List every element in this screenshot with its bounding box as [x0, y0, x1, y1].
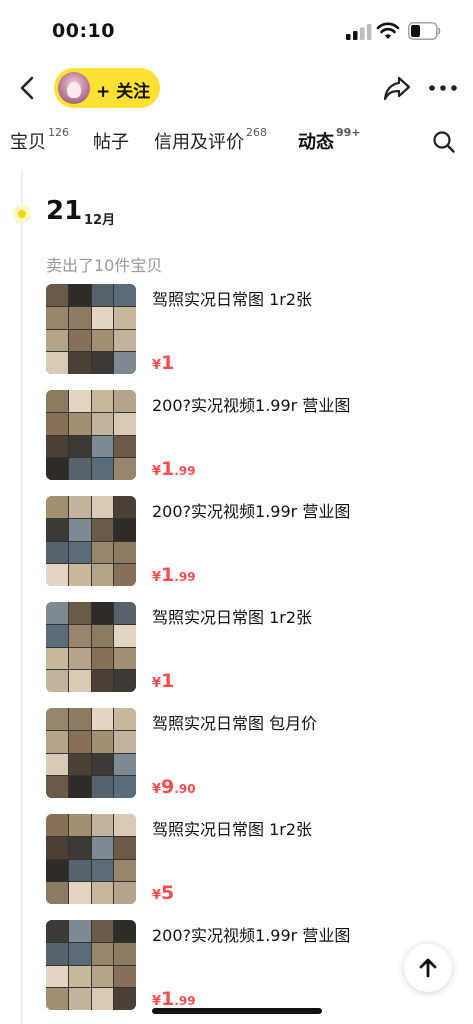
tab-label: 宝贝	[10, 132, 46, 153]
follow-label: + 关注	[96, 82, 151, 102]
profile-tabs: 宝贝 126 帖子 信用及评价 268 动态 99+	[0, 122, 473, 166]
item-price: ¥9.90	[152, 776, 196, 798]
tab-label: 动态	[298, 132, 334, 153]
cellular-signal-icon	[346, 24, 372, 40]
item-price: ¥1.99	[152, 988, 196, 1010]
status-time: 00:10	[52, 20, 115, 42]
timeline-line	[21, 170, 23, 1024]
date-month: 12月	[84, 213, 116, 228]
item-title: 驾照实况日常图 1r2张	[152, 290, 313, 309]
wifi-icon	[376, 22, 400, 39]
tab-count: 99+	[336, 126, 361, 139]
item-title: 200?实况视频1.99r 营业图	[152, 396, 351, 415]
list-item[interactable]: 200?实况视频1.99r 营业图 ¥1.99	[46, 390, 456, 482]
tab-items[interactable]: 宝贝 126	[10, 126, 69, 154]
status-bar: 00:10	[0, 0, 473, 58]
tab-count: 268	[246, 126, 267, 139]
tab-label: 帖子	[93, 132, 129, 153]
avatar[interactable]	[58, 72, 90, 104]
list-item[interactable]: 驾照实况日常图 包月价 ¥9.90	[46, 708, 456, 800]
scroll-top-icon	[419, 958, 437, 978]
search-icon[interactable]	[432, 130, 456, 154]
timeline-dot	[13, 205, 31, 223]
tab-reviews[interactable]: 信用及评价 268	[154, 126, 267, 154]
item-title: 200?实况视频1.99r 营业图	[152, 502, 351, 521]
tab-count: 126	[48, 126, 69, 139]
item-thumbnail[interactable]	[46, 390, 136, 480]
list-item[interactable]: 200?实况视频1.99r 营业图 ¥1.99	[46, 920, 456, 1012]
item-thumbnail[interactable]	[46, 602, 136, 692]
item-title: 驾照实况日常图 1r2张	[152, 820, 313, 839]
item-title: 驾照实况日常图 1r2张	[152, 608, 313, 627]
list-item[interactable]: 200?实况视频1.99r 营业图 ¥1.99	[46, 496, 456, 588]
back-arrow-icon[interactable]	[14, 74, 42, 102]
home-indicator[interactable]	[152, 1008, 322, 1014]
list-item[interactable]: 驾照实况日常图 1r2张 ¥5	[46, 814, 456, 906]
share-icon[interactable]	[382, 74, 412, 102]
battery-icon	[408, 22, 441, 40]
item-thumbnail[interactable]	[46, 920, 136, 1010]
item-thumbnail[interactable]	[46, 284, 136, 374]
item-thumbnail[interactable]	[46, 496, 136, 586]
tab-activity[interactable]: 动态 99+	[298, 126, 361, 158]
date-day: 21	[46, 196, 83, 226]
tab-posts[interactable]: 帖子	[93, 128, 129, 154]
list-item[interactable]: 驾照实况日常图 1r2张 ¥1	[46, 284, 456, 376]
item-price: ¥1.99	[152, 564, 196, 586]
follow-button[interactable]: + 关注	[54, 68, 160, 108]
tab-label: 信用及评价	[154, 132, 244, 153]
scroll-top-button[interactable]	[404, 944, 452, 992]
sold-note: 卖出了10件宝贝	[46, 256, 163, 275]
list-item[interactable]: 驾照实况日常图 1r2张 ¥1	[46, 602, 456, 694]
item-price: ¥1	[152, 670, 175, 692]
item-thumbnail[interactable]	[46, 814, 136, 904]
item-price: ¥1	[152, 352, 175, 374]
item-thumbnail[interactable]	[46, 708, 136, 798]
more-icon[interactable]	[428, 78, 458, 98]
shop-header: + 关注	[0, 64, 473, 112]
item-price: ¥1.99	[152, 458, 196, 480]
item-title: 200?实况视频1.99r 营业图	[152, 926, 351, 945]
item-price: ¥5	[152, 882, 175, 904]
item-title: 驾照实况日常图 包月价	[152, 714, 318, 733]
